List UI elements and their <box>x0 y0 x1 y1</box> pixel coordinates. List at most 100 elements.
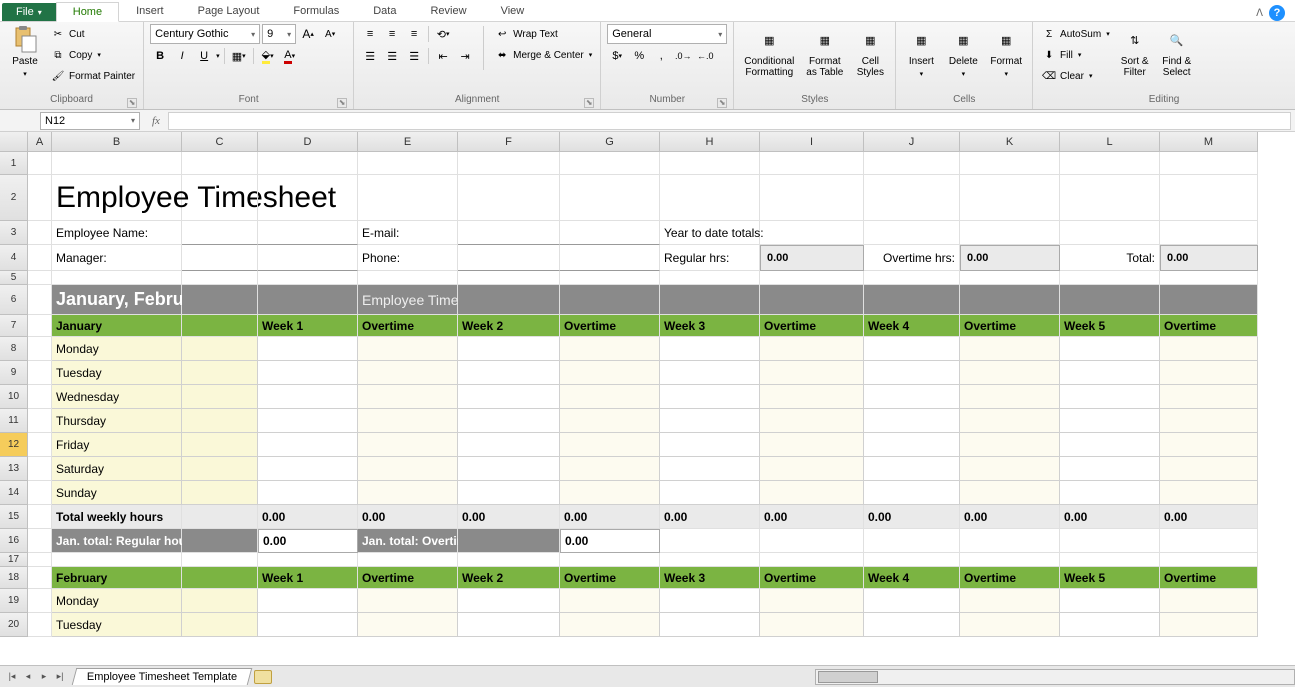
cell[interactable]: Year to date totals: <box>660 221 760 245</box>
spreadsheet-grid[interactable]: A B C D E F G H I J K L M 1 2 3 4 5 6 7 … <box>0 132 1295 665</box>
cell[interactable] <box>28 221 52 245</box>
cell[interactable] <box>960 613 1060 637</box>
cell[interactable] <box>960 221 1060 245</box>
cell[interactable] <box>960 152 1060 175</box>
cell[interactable]: Tuesday <box>52 613 182 637</box>
currency-icon[interactable]: $▾ <box>607 46 627 66</box>
select-all-corner[interactable] <box>0 132 28 152</box>
row-header[interactable]: 10 <box>0 385 28 409</box>
cell[interactable] <box>28 481 52 505</box>
col-header[interactable]: M <box>1160 132 1258 152</box>
cell[interactable] <box>1060 152 1160 175</box>
tab-insert[interactable]: Insert <box>119 1 181 21</box>
cell[interactable] <box>1160 285 1258 315</box>
cell[interactable] <box>560 361 660 385</box>
cell[interactable] <box>28 613 52 637</box>
cell[interactable] <box>182 481 258 505</box>
increase-font-icon[interactable]: A▴ <box>298 24 318 44</box>
cell[interactable] <box>458 409 560 433</box>
tab-data[interactable]: Data <box>356 1 413 21</box>
cell[interactable] <box>660 433 760 457</box>
row-header[interactable]: 19 <box>0 589 28 613</box>
cell[interactable]: Manager: <box>52 245 182 271</box>
cell[interactable]: Week 2 <box>458 315 560 337</box>
cell[interactable] <box>660 613 760 637</box>
fill-color-button[interactable]: ⬙▾ <box>258 46 278 66</box>
cell[interactable] <box>760 175 864 221</box>
cell[interactable] <box>358 433 458 457</box>
row-header[interactable]: 13 <box>0 457 28 481</box>
cell[interactable]: Friday <box>52 433 182 457</box>
cell[interactable] <box>1160 221 1258 245</box>
cell[interactable]: Overtime hrs: <box>864 245 960 271</box>
cell[interactable] <box>660 152 760 175</box>
cell[interactable] <box>1060 613 1160 637</box>
cell[interactable] <box>864 409 960 433</box>
cell[interactable] <box>760 553 864 567</box>
italic-button[interactable]: I <box>172 46 192 66</box>
row-header[interactable]: 17 <box>0 553 28 567</box>
comma-icon[interactable]: , <box>651 46 671 66</box>
tab-page-layout[interactable]: Page Layout <box>181 1 277 21</box>
conditional-formatting-button[interactable]: ▦Conditional Formatting <box>740 24 798 80</box>
cell[interactable] <box>182 175 258 221</box>
cell[interactable] <box>864 271 960 285</box>
cell[interactable] <box>760 589 864 613</box>
cell[interactable] <box>28 433 52 457</box>
cell[interactable]: Employee Timesheet <box>52 175 182 221</box>
row-header[interactable]: 1 <box>0 152 28 175</box>
font-color-button[interactable]: A▾ <box>280 46 300 66</box>
cell[interactable]: Week 1 <box>258 315 358 337</box>
cell[interactable] <box>660 529 760 553</box>
copy-button[interactable]: ⧉Copy▾ <box>48 45 137 65</box>
next-sheet-icon[interactable]: ▸ <box>36 669 52 685</box>
cell[interactable] <box>1060 481 1160 505</box>
cell[interactable] <box>1160 433 1258 457</box>
cell[interactable] <box>458 361 560 385</box>
cell[interactable] <box>258 361 358 385</box>
cell[interactable] <box>458 433 560 457</box>
row-header[interactable]: 9 <box>0 361 28 385</box>
row-header[interactable]: 8 <box>0 337 28 361</box>
cell[interactable]: 0.00 <box>1060 505 1160 529</box>
cell[interactable] <box>182 337 258 361</box>
cell[interactable] <box>182 553 258 567</box>
cell[interactable]: Wednesday <box>52 385 182 409</box>
cell[interactable]: Total weekly hours <box>52 505 182 529</box>
cell[interactable] <box>1060 221 1160 245</box>
row-header[interactable]: 5 <box>0 271 28 285</box>
cell[interactable] <box>458 529 560 553</box>
cell[interactable] <box>560 245 660 271</box>
cell[interactable] <box>28 553 52 567</box>
cell[interactable] <box>660 385 760 409</box>
align-middle-icon[interactable]: ≡ <box>382 24 402 44</box>
cell[interactable]: 0.00 <box>258 505 358 529</box>
cell[interactable] <box>760 457 864 481</box>
cell[interactable] <box>960 337 1060 361</box>
cell[interactable] <box>358 481 458 505</box>
tab-formulas[interactable]: Formulas <box>276 1 356 21</box>
cell[interactable]: 0.00 <box>560 505 660 529</box>
cell[interactable] <box>258 409 358 433</box>
prev-sheet-icon[interactable]: ◂ <box>20 669 36 685</box>
cell[interactable] <box>560 152 660 175</box>
cell[interactable] <box>52 271 182 285</box>
row-header[interactable]: 12 <box>0 433 28 457</box>
cell[interactable] <box>760 361 864 385</box>
cell[interactable] <box>960 529 1060 553</box>
cell[interactable] <box>258 613 358 637</box>
cell[interactable] <box>52 553 182 567</box>
cell[interactable]: Regular hrs: <box>660 245 760 271</box>
cell[interactable] <box>960 285 1060 315</box>
cell[interactable] <box>28 271 52 285</box>
cell[interactable] <box>458 152 560 175</box>
cell[interactable] <box>182 529 258 553</box>
clipboard-launcher[interactable]: ⬊ <box>127 98 137 108</box>
cell[interactable]: 0.00 <box>960 245 1060 271</box>
cell[interactable] <box>1060 337 1160 361</box>
cell[interactable] <box>258 221 358 245</box>
cell[interactable] <box>660 175 760 221</box>
col-header[interactable]: E <box>358 132 458 152</box>
cell[interactable] <box>458 613 560 637</box>
fill-button[interactable]: ⬇Fill▾ <box>1039 45 1112 65</box>
